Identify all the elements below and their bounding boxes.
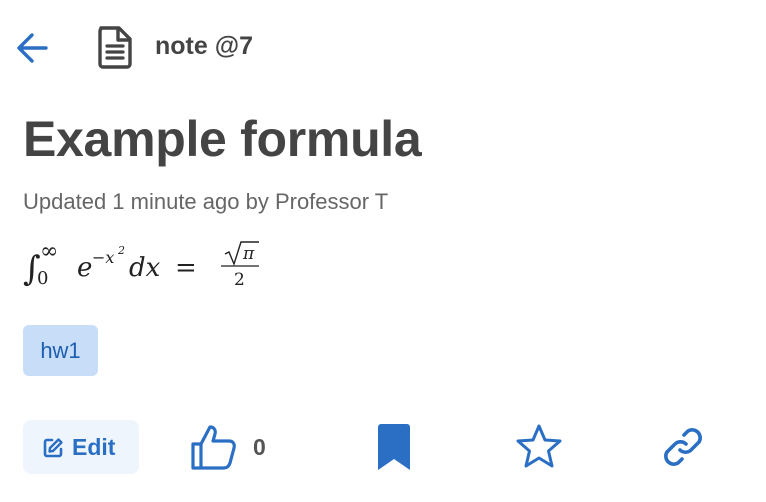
note-label: note @7 (155, 32, 253, 60)
action-bar: Edit 0 (0, 414, 766, 484)
bookmark-icon (378, 424, 410, 470)
link-icon (664, 428, 702, 466)
star-button[interactable] (514, 422, 564, 472)
edit-icon (43, 438, 63, 458)
formula-integral-upper: ∞ (40, 239, 58, 264)
link-button[interactable] (658, 422, 708, 472)
star-icon (516, 424, 562, 468)
document-icon (94, 24, 136, 70)
formula-exponent: −x (92, 248, 114, 267)
edit-label: Edit (72, 434, 116, 460)
like-button[interactable] (189, 422, 239, 472)
back-button[interactable] (12, 28, 52, 68)
formula-integral-lower: 0 (37, 268, 48, 289)
like-count: 0 (253, 434, 266, 460)
edit-button[interactable]: Edit (23, 420, 139, 474)
formula-differential: dx (129, 253, 161, 283)
formula-denominator: 2 (234, 270, 245, 290)
page-title: Example formula (23, 111, 422, 167)
tag-hw1[interactable]: hw1 (23, 325, 98, 376)
post-meta: Updated 1 minute ago by Professor T (23, 189, 389, 214)
bookmark-button[interactable] (372, 422, 416, 472)
formula-numerator: π (242, 244, 255, 264)
header: note @7 (0, 0, 766, 96)
thumbs-up-icon (191, 425, 236, 470)
formula-base: e (77, 253, 92, 283)
formula: ∫ ∞ 0 e −x 2 dx = π 2 (23, 236, 323, 292)
formula-equals: = (175, 253, 197, 283)
formula-exponent-power: 2 (117, 244, 125, 257)
arrow-left-icon (17, 33, 48, 63)
